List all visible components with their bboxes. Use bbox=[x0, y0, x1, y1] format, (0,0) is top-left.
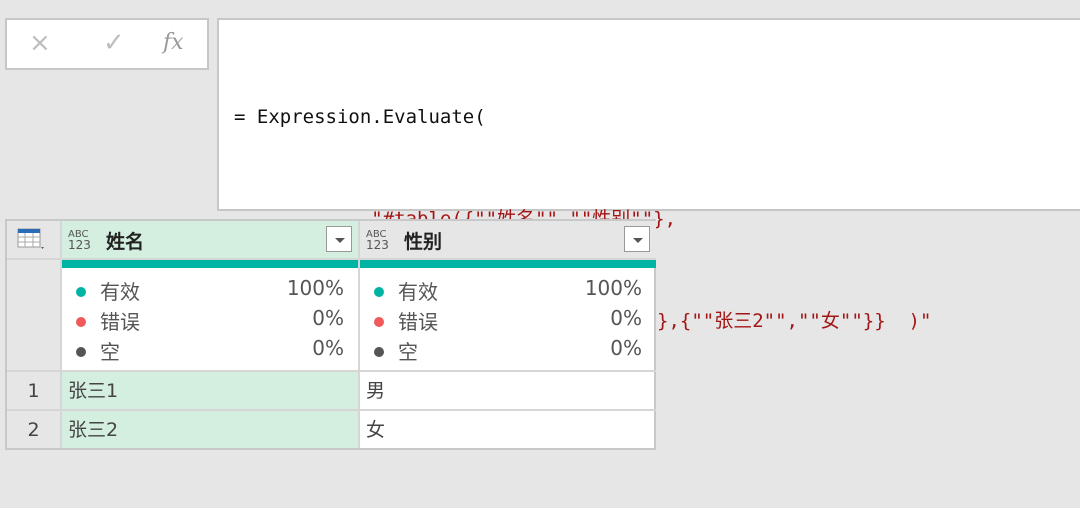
stat-label: 空 bbox=[100, 340, 120, 364]
error-dot-icon bbox=[374, 317, 384, 327]
table-cell[interactable]: 张三1 bbox=[62, 372, 360, 411]
type-any-icon: ABC 123 bbox=[68, 229, 91, 252]
column-name: 姓名 bbox=[106, 231, 145, 253]
fx-icon[interactable]: fx bbox=[163, 30, 184, 55]
commit-icon[interactable]: ✓ bbox=[103, 28, 125, 58]
stat-label: 有效 bbox=[100, 280, 140, 304]
row-number-blank bbox=[7, 260, 62, 372]
filter-dropdown-button[interactable] bbox=[326, 226, 352, 252]
stat-value: 100% bbox=[584, 276, 642, 300]
stat-value: 100% bbox=[286, 276, 344, 300]
column-quality-gender: 有效 100% 错误 0% 空 0% bbox=[360, 260, 656, 372]
quality-bar bbox=[62, 260, 358, 268]
table-cell[interactable]: 张三2 bbox=[62, 411, 360, 448]
stat-value: 0% bbox=[312, 306, 344, 330]
table-cell[interactable]: 女 bbox=[360, 411, 656, 448]
valid-dot-icon bbox=[76, 287, 86, 297]
row-number[interactable]: 2 bbox=[7, 411, 62, 448]
column-header-gender[interactable]: ABC 123 性别 bbox=[360, 221, 656, 260]
empty-dot-icon bbox=[76, 347, 86, 357]
error-dot-icon bbox=[76, 317, 86, 327]
cancel-icon[interactable]: × bbox=[29, 28, 51, 58]
filter-dropdown-button[interactable] bbox=[624, 226, 650, 252]
formula-buttons: × ✓ fx bbox=[5, 18, 209, 70]
table-icon bbox=[17, 228, 44, 249]
stat-label: 错误 bbox=[398, 310, 438, 334]
stat-label: 空 bbox=[398, 340, 418, 364]
column-name: 性别 bbox=[404, 231, 443, 253]
quality-bar bbox=[360, 260, 656, 268]
data-grid: ABC 123 姓名 ABC 123 性别 有效 100% 错误 0% 空 0% 有效 10… bbox=[5, 219, 656, 450]
table-menu-button[interactable] bbox=[7, 221, 62, 260]
stat-label: 错误 bbox=[100, 310, 140, 334]
row-number[interactable]: 1 bbox=[7, 372, 62, 411]
stat-value: 0% bbox=[610, 306, 642, 330]
empty-dot-icon bbox=[374, 347, 384, 357]
stat-label: 有效 bbox=[398, 280, 438, 304]
formula-editor[interactable]: = Expression.Evaluate( "#table({""姓名"","… bbox=[217, 18, 1080, 434]
column-header-name[interactable]: ABC 123 姓名 bbox=[62, 221, 360, 260]
stat-value: 0% bbox=[312, 336, 344, 360]
table-cell[interactable]: 男 bbox=[360, 372, 656, 411]
valid-dot-icon bbox=[374, 287, 384, 297]
type-any-icon: ABC 123 bbox=[366, 229, 389, 252]
stat-value: 0% bbox=[610, 336, 642, 360]
code-line-1: = Expression.Evaluate( bbox=[234, 106, 486, 128]
column-quality-name: 有效 100% 错误 0% 空 0% bbox=[62, 260, 360, 372]
